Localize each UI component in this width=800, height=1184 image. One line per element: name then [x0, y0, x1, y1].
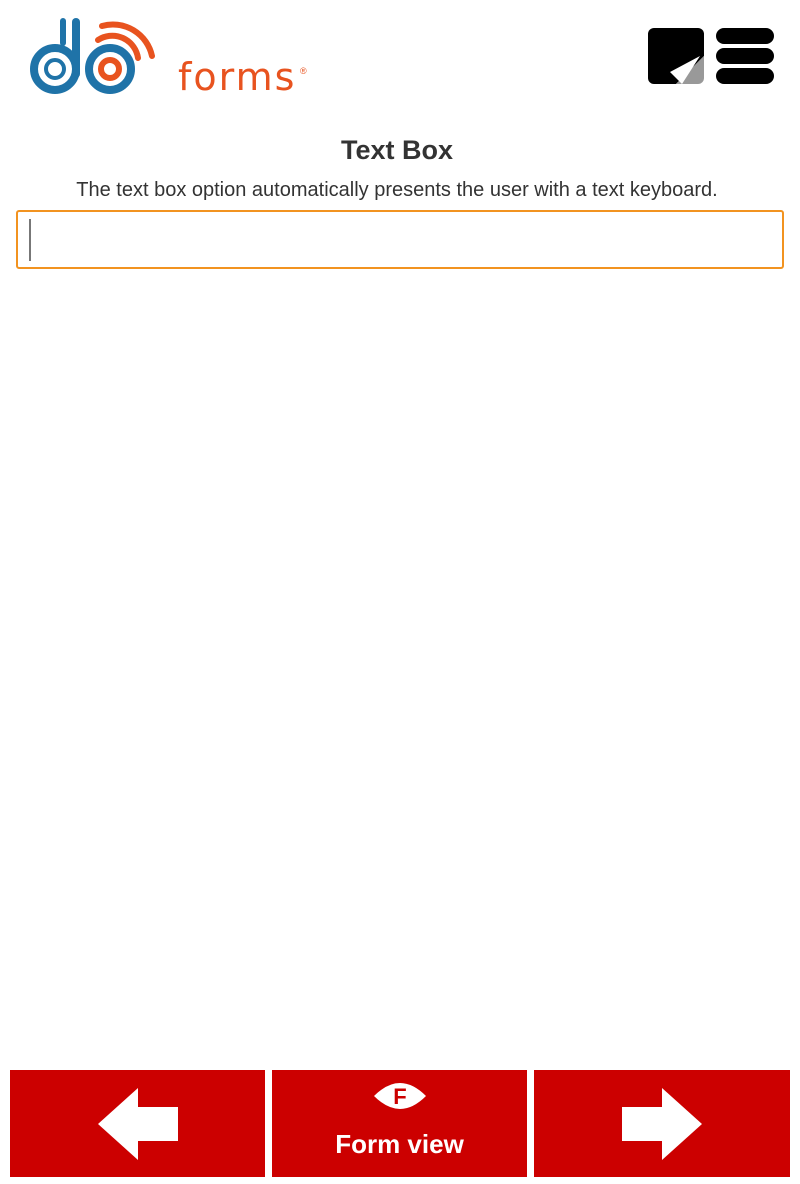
- menu-icon[interactable]: [716, 28, 774, 84]
- registered-mark: ®: [300, 66, 307, 76]
- next-button[interactable]: [534, 1070, 790, 1177]
- form-view-button[interactable]: F Form view: [272, 1070, 527, 1177]
- previous-button[interactable]: [10, 1070, 265, 1177]
- app-header: forms ®: [0, 0, 800, 120]
- doforms-logo: forms ®: [28, 14, 307, 104]
- question-title: Text Box: [340, 135, 454, 165]
- logo-wordmark: forms: [178, 55, 297, 99]
- sticky-note-icon[interactable]: [648, 28, 704, 84]
- arrow-right-icon: [622, 1087, 702, 1160]
- page: forms ® Text Box The text box option aut…: [0, 0, 800, 1184]
- arrow-left-icon: [97, 1087, 178, 1160]
- text-box-input[interactable]: [16, 210, 784, 269]
- question-description: The text box option automatically presen…: [76, 179, 718, 201]
- form-view-label: Form view: [335, 1129, 464, 1159]
- text-cursor: [29, 219, 31, 261]
- form-eye-icon: F: [374, 1083, 426, 1109]
- form-icon-letter: F: [393, 1084, 406, 1109]
